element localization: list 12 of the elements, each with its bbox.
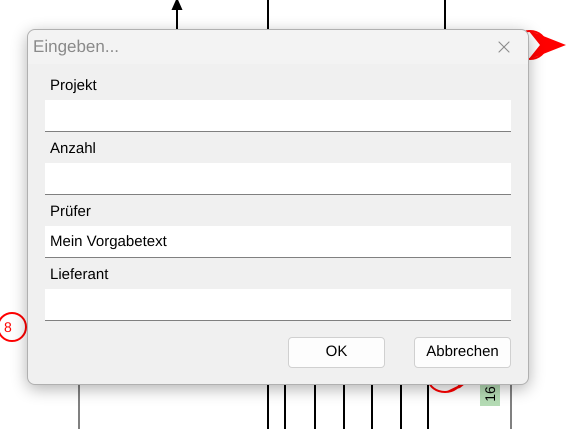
input-field[interactable] — [45, 163, 511, 195]
input-field[interactable] — [45, 289, 511, 321]
field-label: Anzahl — [49, 139, 97, 159]
field-label: Prüfer — [49, 202, 92, 222]
input-field[interactable]: Mein Vorgabetext — [45, 226, 511, 258]
marker-label: 8 — [4, 318, 12, 336]
field-label: Projekt — [49, 76, 98, 96]
cancel-button[interactable]: Abbrechen — [414, 337, 511, 368]
window-title: Eingeben... — [33, 36, 120, 58]
input-field[interactable] — [45, 100, 511, 132]
field-label: Lieferant — [49, 265, 110, 285]
ok-button[interactable]: OK — [288, 337, 385, 368]
